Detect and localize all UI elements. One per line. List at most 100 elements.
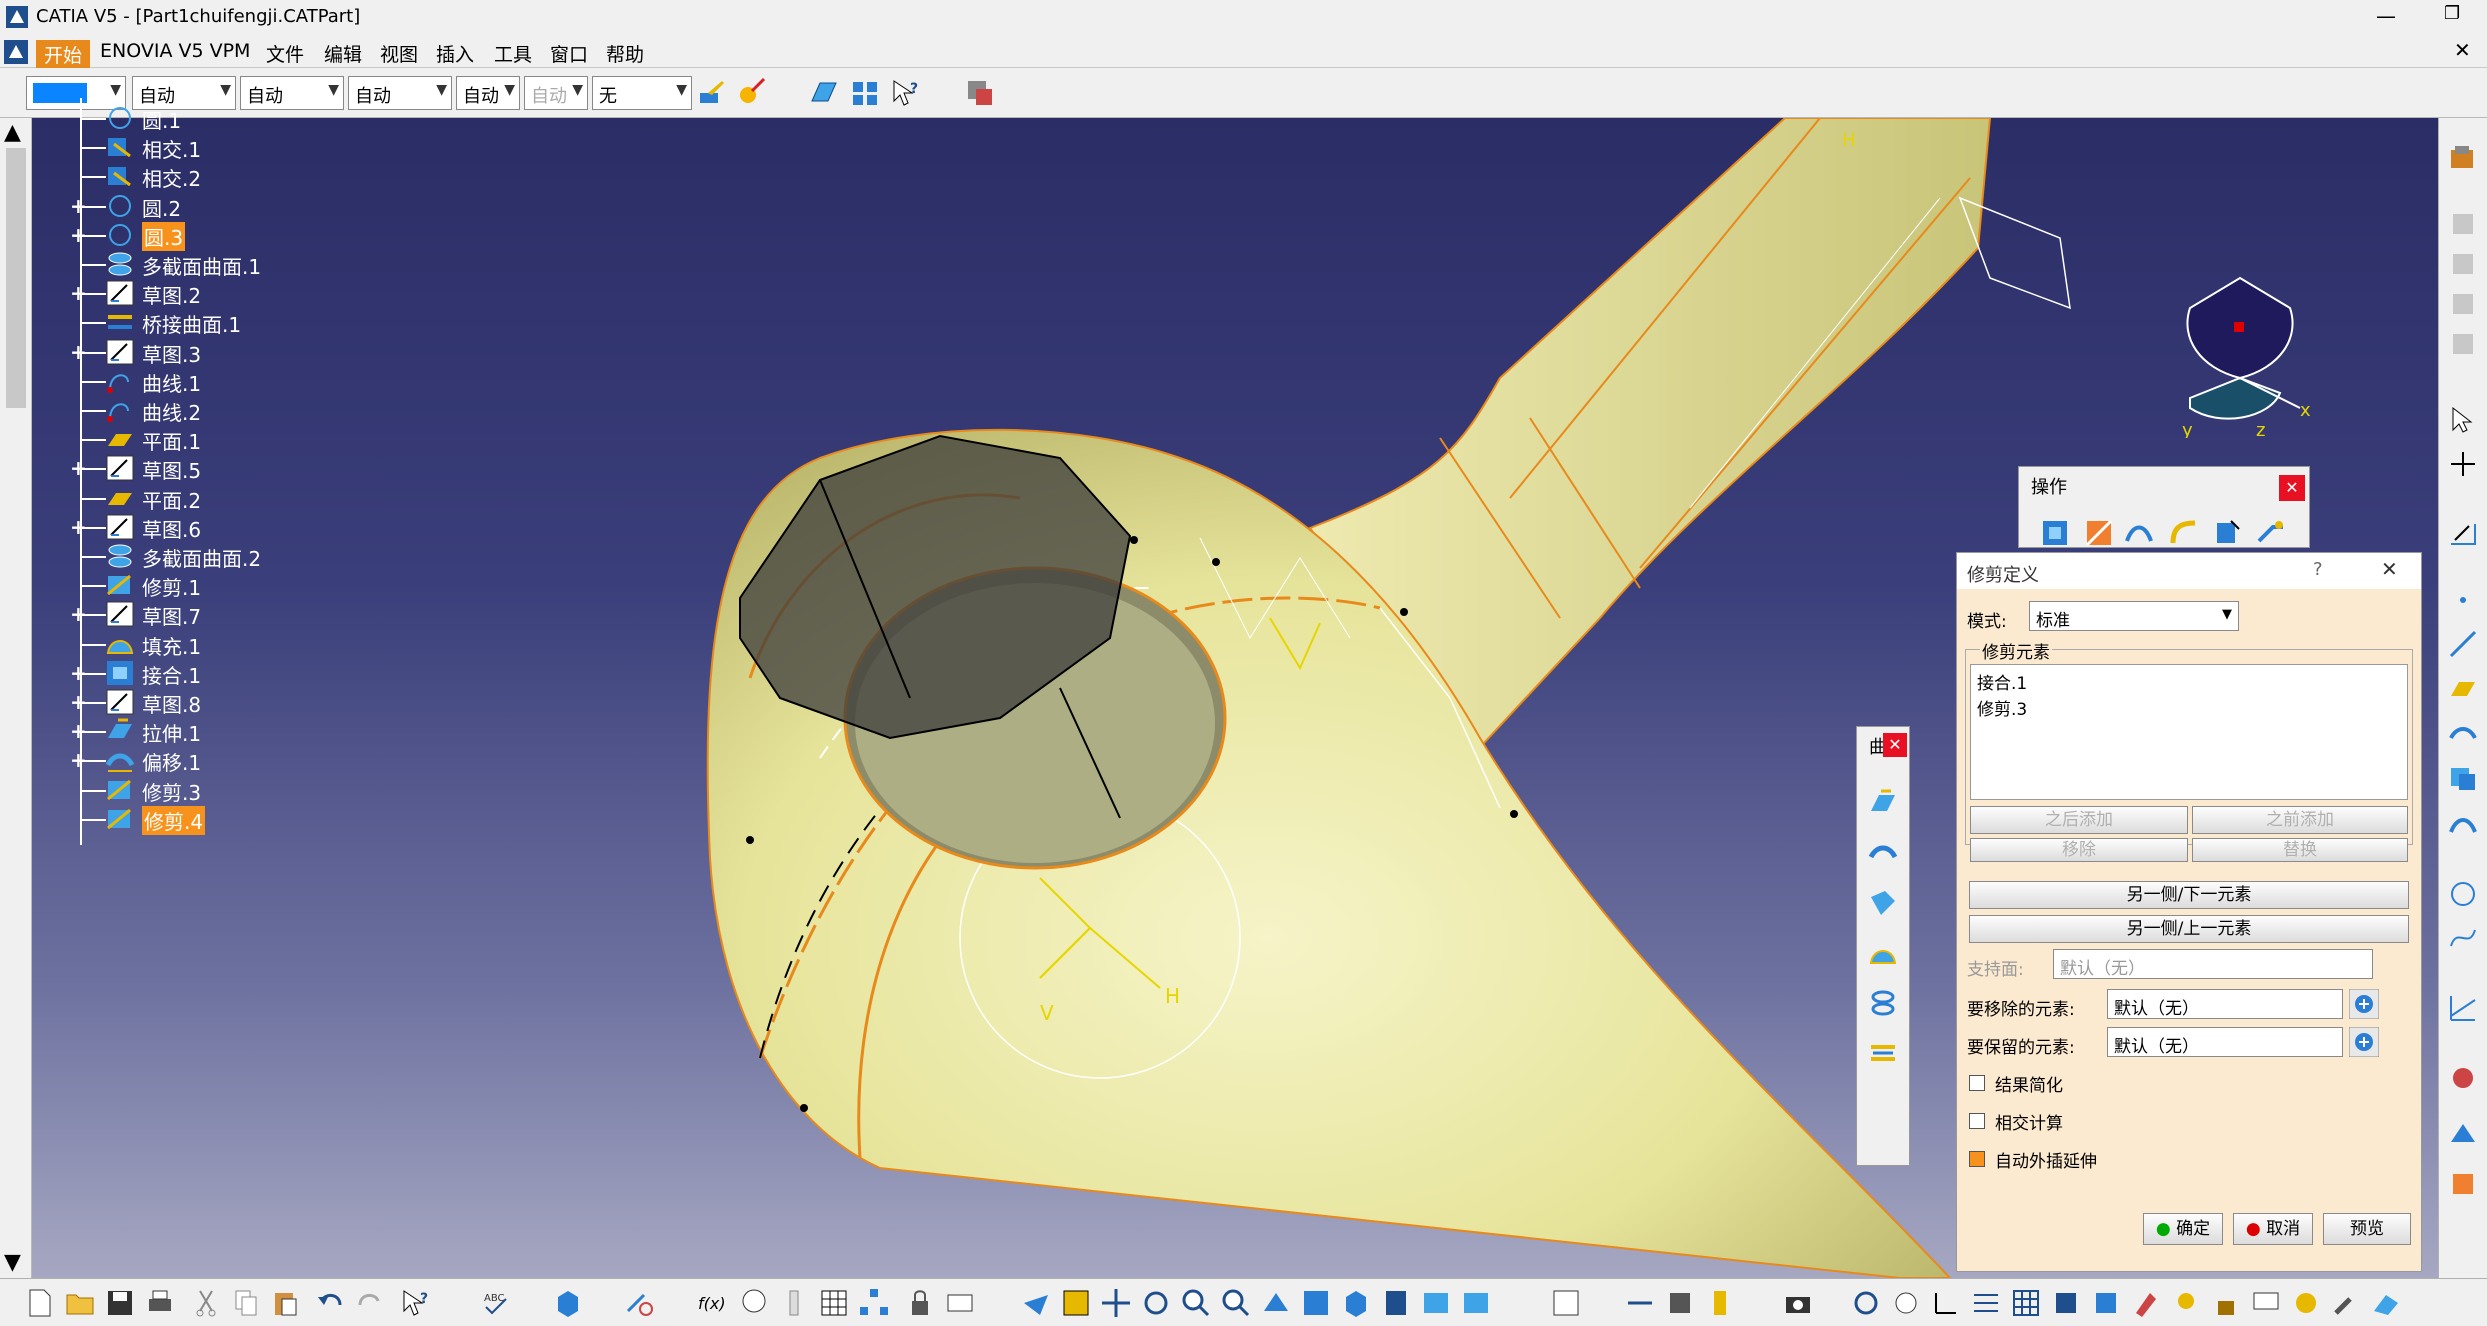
measure-inertia-icon[interactable] [1704,1287,1736,1319]
list-item[interactable]: 接合.1 [1977,669,2027,694]
add-before-button[interactable]: 之前添加 [2192,806,2408,834]
blend-icon[interactable] [1867,1037,1899,1069]
operations-panel-close-icon[interactable]: ✕ [2279,475,2305,501]
layer-style-combo[interactable]: 自动 ▼ [524,76,588,110]
render-icon[interactable] [2050,1287,2082,1319]
shading-icon[interactable] [1380,1287,1412,1319]
swap-space-icon[interactable] [1460,1287,1492,1319]
painter-icon[interactable] [696,77,728,109]
analysis-icon[interactable] [2447,1118,2479,1150]
axis-system-icon[interactable] [2447,448,2479,480]
gray-tool-icon[interactable] [2447,288,2479,320]
menu-file[interactable]: 文件 [262,40,308,67]
save-icon[interactable] [104,1287,136,1319]
lock-part-icon[interactable] [2210,1287,2242,1319]
preview-button[interactable]: 预览 [2323,1213,2411,1245]
expand-icon[interactable]: + [70,517,88,537]
menu-enovia[interactable]: ENOVIA V5 VPM [96,40,254,62]
formula-icon[interactable]: f(x) [696,1287,728,1319]
expand-icon[interactable]: + [70,663,88,683]
expand-icon[interactable]: + [70,692,88,712]
iso-view-icon[interactable] [1340,1287,1372,1319]
reference-icon[interactable] [624,1287,656,1319]
gray-tool-icon[interactable] [2447,248,2479,280]
point-icon[interactable] [2447,584,2479,616]
measure-icon[interactable] [944,1287,976,1319]
spline-icon[interactable] [2447,922,2479,954]
menu-window[interactable]: 窗口 [546,40,592,67]
layer-combo[interactable]: 无 ▼ [592,76,692,110]
design-table-icon[interactable] [818,1287,850,1319]
zoom-in-icon[interactable] [1180,1287,1212,1319]
gray-tool-icon[interactable] [2447,328,2479,360]
help-icon[interactable]: ? [2313,559,2323,580]
paste-icon[interactable] [270,1287,302,1319]
other-side-next-button[interactable]: 另一侧/下一元素 [1969,881,2409,909]
properties-painter-icon[interactable] [736,77,768,109]
tree-icon[interactable] [858,1287,890,1319]
scroll-thumb[interactable] [6,148,26,408]
cancel-button[interactable]: ● 取消 [2233,1213,2313,1245]
menu-edit[interactable]: 编辑 [320,40,366,67]
automatic-extrapolation-checkbox[interactable] [1969,1151,1985,1167]
elements-to-remove-field[interactable]: 默认（无） [2107,989,2343,1019]
parameter-icon[interactable] [778,1287,810,1319]
comment-icon[interactable] [738,1287,770,1319]
display-icon[interactable] [2250,1287,2282,1319]
fillet-icon[interactable] [2167,517,2199,549]
simplify-result-checkbox[interactable] [1969,1075,1985,1091]
select-elements-to-keep-icon[interactable] [2349,1027,2379,1057]
dialog-close-icon[interactable]: ✕ [2381,557,2398,581]
expand-icon[interactable]: + [70,342,88,362]
paint-icon[interactable] [2130,1287,2162,1319]
constraint-icon[interactable] [1970,1287,2002,1319]
camera-icon[interactable] [2290,1287,2322,1319]
select-elements-to-remove-icon[interactable] [2349,989,2379,1019]
sketch-plane-icon[interactable] [808,77,840,109]
menu-help[interactable]: 帮助 [602,40,648,67]
print-icon[interactable] [144,1287,176,1319]
curve-toolbar-close-icon[interactable]: ✕ [1883,733,1907,757]
sketcher-icon[interactable] [2447,518,2479,550]
restore-icon[interactable]: ❐ [2444,3,2460,24]
wrench-icon[interactable] [2330,1287,2362,1319]
doc-close-icon[interactable]: ✕ [2454,38,2471,62]
elements-to-keep-field[interactable]: 默认（无） [2107,1027,2343,1057]
material-icon[interactable] [2090,1287,2122,1319]
normal-view-icon[interactable] [1260,1287,1292,1319]
join-icon[interactable] [2039,517,2071,549]
copy-icon[interactable] [230,1287,262,1319]
fly-icon[interactable] [1020,1287,1052,1319]
boundary-icon[interactable] [2123,517,2155,549]
hide-show-icon[interactable] [1420,1287,1452,1319]
replication-icon[interactable] [2447,1168,2479,1200]
scroll-up-icon[interactable]: ▲ [4,120,21,145]
knowledge-icon[interactable] [2447,1062,2479,1094]
rotate-icon[interactable] [1140,1287,1172,1319]
tree-scrollbar[interactable]: ▲ ▼ [0,118,32,1278]
expand-icon[interactable]: + [70,604,88,624]
menu-view[interactable]: 视图 [376,40,422,67]
menu-insert[interactable]: 插入 [432,40,478,67]
remove-button[interactable]: 移除 [1970,838,2188,862]
pan-icon[interactable] [1100,1287,1132,1319]
law-icon[interactable] [2447,992,2479,1024]
offset-surface-icon[interactable] [1867,837,1899,869]
fill-surface-icon[interactable] [1867,937,1899,969]
multisection-icon[interactable] [1867,987,1899,1019]
menu-tools[interactable]: 工具 [490,40,536,67]
fit-all-icon[interactable] [1060,1287,1092,1319]
trim-elements-list[interactable]: 接合.1 修剪.3 [1970,664,2408,800]
replace-button[interactable]: 替换 [2192,838,2408,862]
expand-icon[interactable]: + [70,283,88,303]
split-icon[interactable] [2083,517,2115,549]
other-side-prev-button[interactable]: 另一侧/上一元素 [1969,915,2409,943]
add-after-button[interactable]: 之后添加 [1970,806,2188,834]
zoom-out-icon[interactable] [1220,1287,1252,1319]
extrude-surface-icon[interactable] [1867,787,1899,819]
ok-button[interactable]: ● 确定 [2143,1213,2223,1245]
workbench-icon[interactable] [2447,142,2479,174]
line-icon[interactable] [2447,628,2479,660]
expand-icon[interactable]: + [70,721,88,741]
whats-this-icon[interactable]: ? [400,1287,432,1319]
